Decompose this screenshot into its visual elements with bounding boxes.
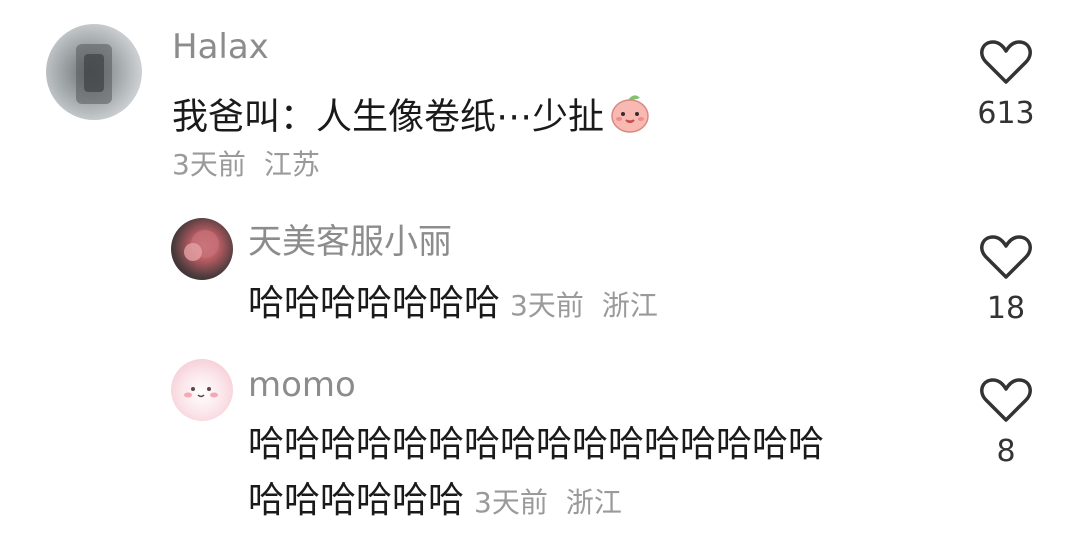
comment-time: 3天前 [172, 148, 246, 181]
comment-text-line1: 哈哈哈哈哈哈哈哈哈哈哈哈哈哈哈哈 [248, 424, 825, 465]
avatar[interactable] [171, 218, 233, 280]
like-button[interactable]: 18 [966, 233, 1046, 327]
avatar-image [184, 387, 218, 398]
like-button[interactable]: 8 [966, 376, 1046, 470]
avatar-image [76, 44, 112, 104]
comment-text-content: 哈哈哈哈哈哈哈 [248, 283, 501, 324]
comment-text-content: 我爸叫：人生像卷纸⋯少扯 [172, 96, 605, 138]
comment-time: 3天前 [474, 486, 548, 519]
like-count: 8 [996, 434, 1016, 469]
peach-face-emoji-icon [608, 90, 652, 147]
heart-icon [980, 378, 1032, 422]
comment-location: 浙江 [601, 289, 658, 322]
avatar[interactable] [171, 359, 233, 421]
username[interactable]: Halax [172, 27, 269, 67]
avatar-image [184, 230, 219, 261]
heart-icon [980, 235, 1032, 279]
comment-location: 江苏 [263, 148, 320, 181]
like-count: 18 [986, 291, 1026, 326]
username[interactable]: momo [248, 365, 356, 405]
avatar[interactable] [46, 24, 142, 120]
comment-time: 3天前 [510, 289, 584, 322]
comment-text-content: 哈哈哈哈哈哈 [248, 480, 465, 521]
comment-text-line2: 哈哈哈哈哈哈 3天前 浙江 [248, 477, 622, 527]
heart-icon [980, 40, 1032, 84]
like-count: 613 [977, 96, 1035, 131]
comment-meta: 3天前 江苏 [172, 148, 320, 182]
comment-location: 浙江 [565, 486, 622, 519]
like-button[interactable]: 613 [966, 38, 1046, 132]
username[interactable]: 天美客服小丽 [248, 222, 452, 262]
comment-text: 我爸叫：人生像卷纸⋯少扯 [172, 90, 652, 147]
comment-text: 哈哈哈哈哈哈哈 3天前 浙江 [248, 280, 658, 330]
